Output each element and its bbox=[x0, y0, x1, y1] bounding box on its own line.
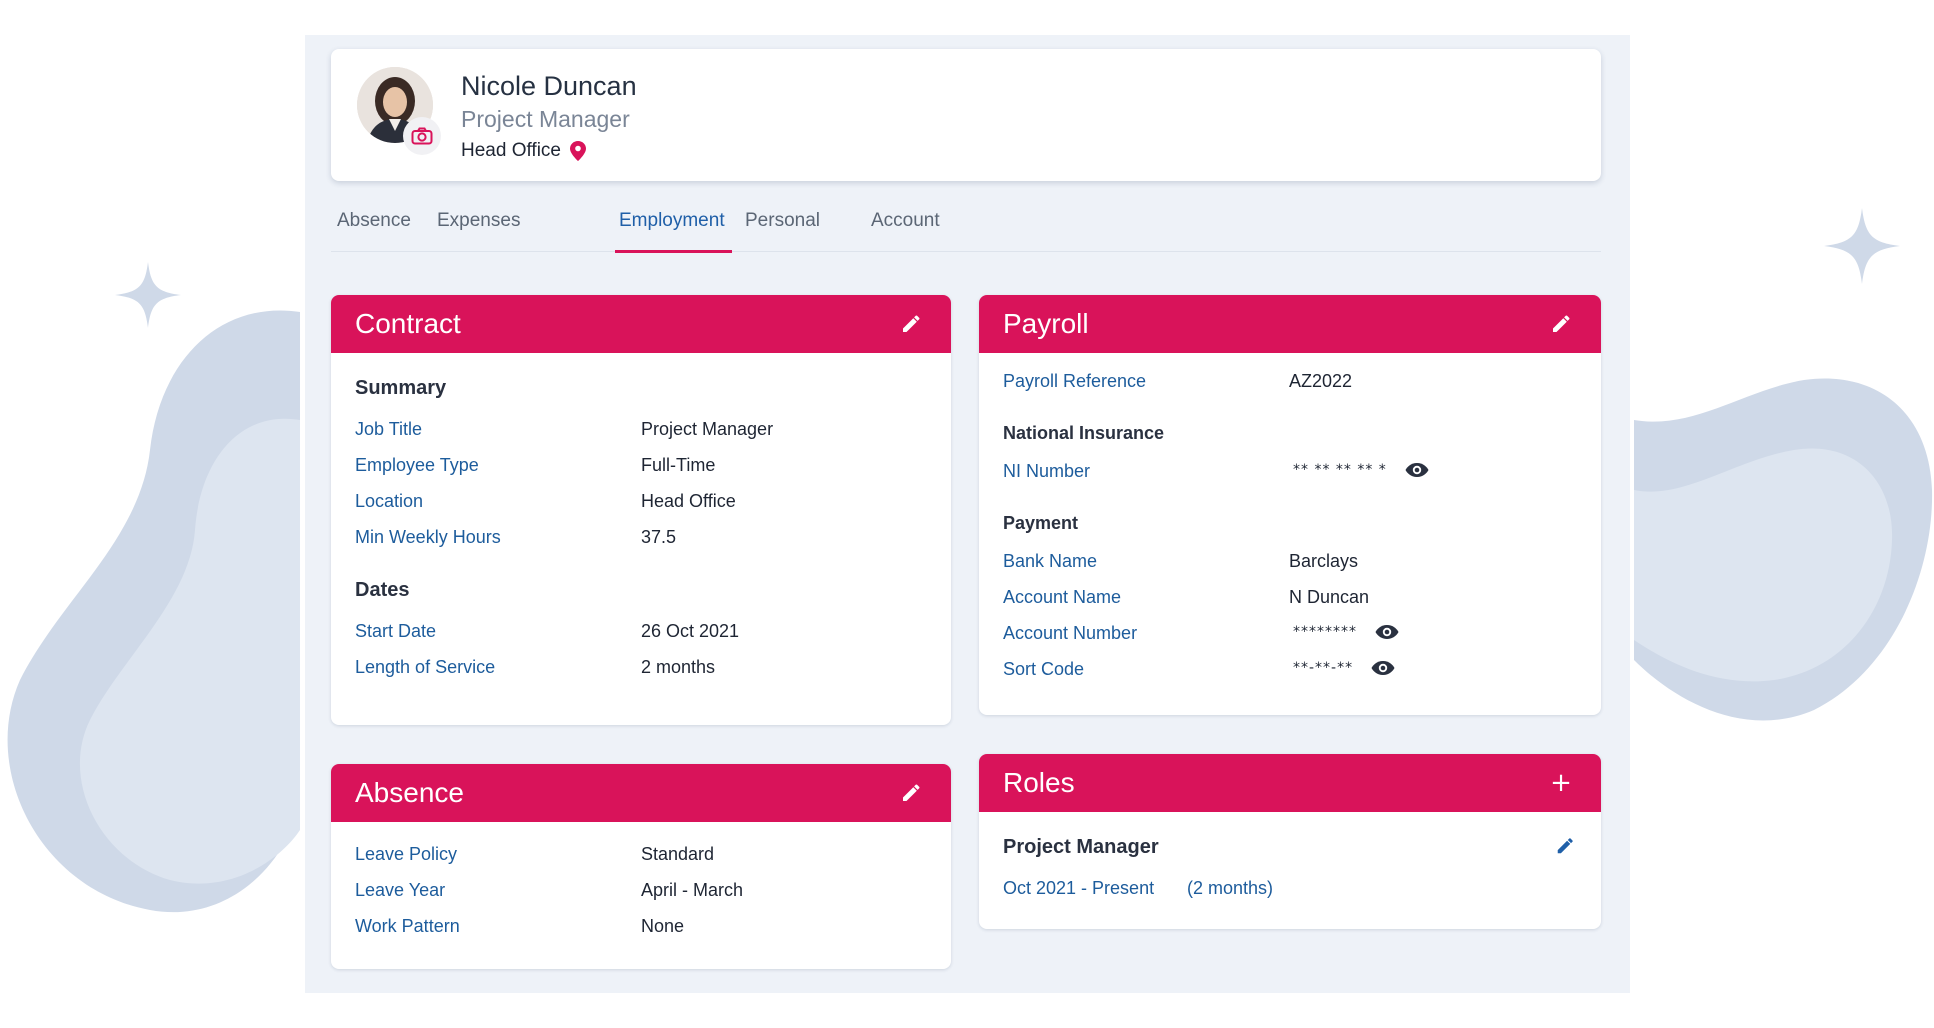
profile-header-card: Nicole Duncan Project Manager Head Offic… bbox=[331, 49, 1601, 181]
employee-job-title: Project Manager bbox=[461, 106, 630, 132]
stage: Nicole Duncan Project Manager Head Offic… bbox=[0, 0, 1934, 1028]
employee-profile-panel: Nicole Duncan Project Manager Head Offic… bbox=[305, 35, 1630, 993]
work-pattern-value: None bbox=[641, 916, 685, 936]
roles-card-header: Roles + bbox=[979, 754, 1601, 812]
start-date-value: 26 Oct 2021 bbox=[641, 621, 740, 641]
ni-number-value: ** ** ** ** * bbox=[1293, 461, 1431, 479]
length-of-service-value: 2 months bbox=[641, 657, 716, 677]
length-of-service-label: Length of Service bbox=[355, 657, 496, 677]
summary-heading: Summary bbox=[355, 377, 447, 399]
account-number-masked: ******** bbox=[1293, 624, 1357, 640]
dates-heading: Dates bbox=[355, 579, 410, 601]
eye-icon[interactable] bbox=[1371, 659, 1397, 677]
office-label: Head Office bbox=[461, 140, 561, 161]
contract-title: Contract bbox=[355, 308, 461, 339]
tab-employment[interactable]: Employment bbox=[619, 210, 725, 232]
account-number-label: Account Number bbox=[1003, 623, 1138, 643]
employee-type-value: Full-Time bbox=[641, 455, 716, 475]
leave-year-label: Leave Year bbox=[355, 880, 446, 900]
eye-icon[interactable] bbox=[1375, 623, 1401, 641]
ni-number-masked: ** ** ** ** * bbox=[1293, 462, 1387, 478]
active-tab-indicator bbox=[615, 250, 732, 253]
payment-heading: Payment bbox=[1003, 513, 1079, 533]
tab-account[interactable]: Account bbox=[871, 210, 940, 232]
bank-name-value: Barclays bbox=[1289, 551, 1359, 571]
national-insurance-heading: National Insurance bbox=[1003, 423, 1165, 443]
role-period: Oct 2021 - Present bbox=[1003, 878, 1155, 898]
edit-pencil-icon[interactable] bbox=[895, 308, 927, 340]
payroll-reference-value: AZ2022 bbox=[1289, 371, 1353, 391]
location-pin-icon bbox=[569, 141, 586, 161]
edit-pencil-icon[interactable] bbox=[895, 777, 927, 809]
eye-icon[interactable] bbox=[1405, 461, 1431, 479]
edit-pencil-icon[interactable] bbox=[1549, 830, 1581, 862]
payroll-card: Payroll Payroll Reference AZ2022 Nationa… bbox=[979, 295, 1601, 715]
employee-name: Nicole Duncan bbox=[461, 71, 637, 101]
left-blob-decoration bbox=[7, 310, 300, 913]
payroll-reference-label: Payroll Reference bbox=[1003, 371, 1147, 391]
tab-absence[interactable]: Absence bbox=[337, 210, 411, 232]
employee-type-label: Employee Type bbox=[355, 455, 479, 475]
job-title-value: Project Manager bbox=[641, 419, 774, 439]
sort-code-value: **-**-** bbox=[1293, 659, 1397, 677]
min-weekly-hours-value: 37.5 bbox=[641, 527, 677, 547]
sort-code-label: Sort Code bbox=[1003, 659, 1085, 679]
location-label: Location bbox=[355, 491, 424, 511]
edit-pencil-icon[interactable] bbox=[1545, 308, 1577, 340]
right-blob-decoration bbox=[1634, 378, 1933, 721]
role-name: Project Manager bbox=[1003, 836, 1159, 858]
absence-card-header: Absence bbox=[331, 764, 951, 822]
tab-personal[interactable]: Personal bbox=[745, 210, 820, 232]
leave-policy-label: Leave Policy bbox=[355, 844, 458, 864]
contract-card: Contract Summary Job Title Project Manag… bbox=[331, 295, 951, 725]
roles-card: Roles + Project Manager Oct 2021 - Prese… bbox=[979, 754, 1601, 929]
work-pattern-label: Work Pattern bbox=[355, 916, 460, 936]
account-name-label: Account Name bbox=[1003, 587, 1122, 607]
sparkle-icon bbox=[1824, 208, 1900, 284]
leave-year-value: April - March bbox=[641, 880, 744, 900]
absence-title: Absence bbox=[355, 777, 464, 808]
ni-number-label: NI Number bbox=[1003, 461, 1091, 481]
role-duration: (2 months) bbox=[1187, 878, 1274, 898]
location-value: Head Office bbox=[641, 491, 736, 511]
plus-icon[interactable]: + bbox=[1545, 767, 1577, 799]
employee-office: Head Office bbox=[461, 140, 586, 162]
min-weekly-hours-label: Min Weekly Hours bbox=[355, 527, 501, 547]
profile-tabs: Absence Expenses Employment Personal Acc… bbox=[331, 210, 1601, 253]
account-name-value: N Duncan bbox=[1289, 587, 1370, 607]
bank-name-label: Bank Name bbox=[1003, 551, 1098, 571]
sparkle-icon bbox=[115, 262, 181, 328]
contract-card-header: Contract bbox=[331, 295, 951, 353]
absence-card: Absence Leave Policy Standard Leave Year… bbox=[331, 764, 951, 969]
leave-policy-value: Standard bbox=[641, 844, 715, 864]
job-title-label: Job Title bbox=[355, 419, 423, 439]
start-date-label: Start Date bbox=[355, 621, 437, 641]
tab-expenses[interactable]: Expenses bbox=[437, 210, 520, 232]
camera-icon[interactable] bbox=[403, 117, 441, 155]
roles-title: Roles bbox=[1003, 767, 1075, 798]
account-number-value: ******** bbox=[1293, 623, 1401, 641]
payroll-title: Payroll bbox=[1003, 308, 1089, 339]
sort-code-masked: **-**-** bbox=[1293, 660, 1354, 676]
payroll-card-header: Payroll bbox=[979, 295, 1601, 353]
